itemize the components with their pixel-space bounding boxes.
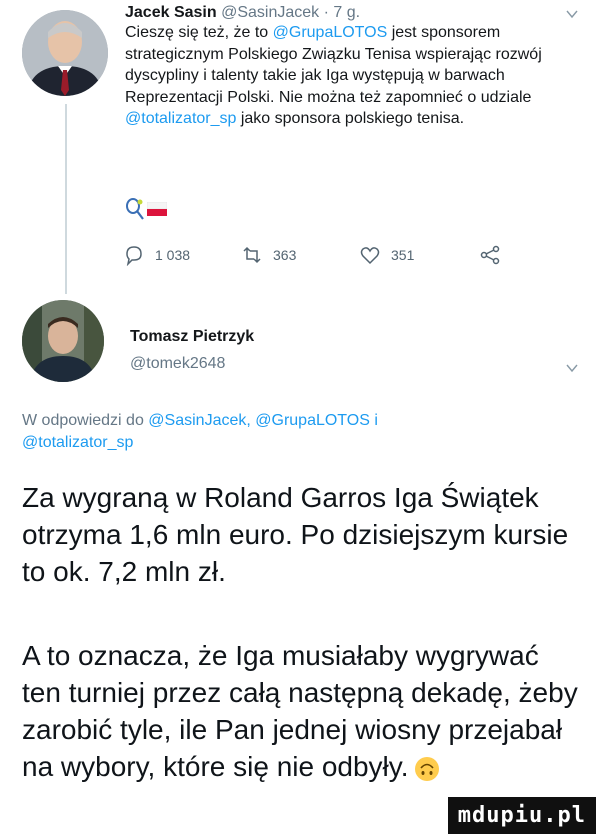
poland-flag-icon [147, 202, 167, 216]
reply-handles[interactable]: @SasinJacek, @GrupaLOTOS i [148, 412, 378, 429]
author-name[interactable]: Tomasz Pietrzyk [130, 328, 254, 346]
tweet1-text: Cieszę się też, że to @GrupaLOTOS jest s… [125, 22, 565, 130]
retweet-action[interactable]: 363 [241, 244, 296, 266]
tweet1-text-part: Cieszę się też, że to [125, 24, 273, 41]
reply-handle-totalizator[interactable]: @totalizator_sp [22, 434, 133, 451]
reply-action[interactable]: 1 038 [123, 244, 190, 266]
tweet2-paragraph-2-text: A to oznacza, że Iga musiałaby wygrywać … [22, 640, 578, 782]
chevron-down-icon[interactable] [566, 362, 578, 374]
share-action[interactable] [479, 244, 501, 266]
tweet2-paragraph-2: A to oznacza, że Iga musiałaby wygrywać … [22, 637, 582, 785]
author-handle[interactable]: @SasinJacek [221, 4, 319, 21]
reply-count: 1 038 [155, 247, 191, 263]
author-handle[interactable]: @tomek2648 [130, 355, 225, 373]
watermark: mdupiu.pl [447, 797, 596, 834]
reply-prefix: W odpowiedzi do [22, 412, 144, 429]
mention-grupalotos[interactable]: @GrupaLOTOS [273, 24, 388, 41]
tweet1-text-part: jako sponsora polskiego tenisa. [236, 110, 465, 127]
upside-down-face-icon [415, 756, 440, 781]
tennis-racket-icon [126, 198, 144, 220]
mention-totalizator[interactable]: @totalizator_sp [125, 110, 236, 127]
tweet1-actions: 1 038 363 351 [123, 244, 523, 270]
avatar-tomasz-pietrzyk[interactable] [22, 300, 104, 382]
avatar-jacek-sasin[interactable] [22, 10, 108, 96]
thread-connector-line [65, 104, 67, 294]
tweet1-emojis [125, 196, 167, 222]
like-count: 351 [391, 247, 415, 263]
tweet2-paragraph-1: Za wygraną w Roland Garros Iga Świątek o… [22, 482, 569, 587]
chevron-down-icon[interactable] [566, 8, 578, 20]
retweet-count: 363 [273, 247, 297, 263]
heart-icon [360, 247, 380, 265]
retweet-icon [243, 246, 261, 264]
reply-context: W odpowiedzi do @SasinJacek, @GrupaLOTOS… [22, 410, 582, 454]
share-icon [480, 245, 500, 265]
tweet-time[interactable]: · 7 g. [324, 4, 360, 21]
tweet1-header: Jacek Sasin @SasinJacek · 7 g. [125, 2, 360, 24]
reply-icon [126, 246, 142, 266]
like-action[interactable]: 351 [359, 244, 414, 266]
author-name[interactable]: Jacek Sasin [125, 4, 217, 21]
